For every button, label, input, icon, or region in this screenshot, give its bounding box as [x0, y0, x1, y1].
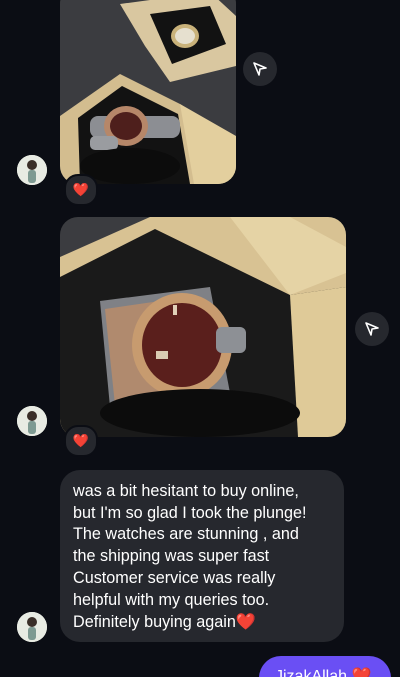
message-line-last: Definitely buying again❤️	[73, 611, 332, 634]
share-icon	[253, 62, 267, 76]
heart-reaction[interactable]: ❤️	[64, 425, 98, 457]
heart-emoji: ❤️	[351, 666, 372, 677]
person-avatar-icon	[17, 612, 47, 642]
watch-box-photo-1	[60, 0, 236, 184]
message-line: helpful with my queries too.	[73, 590, 270, 609]
message-line: the shipping was super fast	[73, 547, 270, 566]
person-avatar-icon	[17, 155, 47, 185]
incoming-text-message[interactable]: was a bit hesitant to buy online, but I'…	[60, 470, 344, 642]
heart-reaction[interactable]: ❤️	[64, 174, 98, 206]
share-button[interactable]	[243, 52, 277, 86]
outgoing-text: JizakAllah	[275, 668, 348, 677]
watch-photo-message-1[interactable]	[60, 0, 236, 184]
message-line: but I'm so glad I took the plunge!	[73, 503, 307, 522]
watch-box-photo-2	[60, 217, 346, 437]
message-text: Definitely buying again	[73, 613, 236, 632]
avatar[interactable]	[17, 612, 47, 642]
avatar[interactable]	[17, 406, 47, 436]
heart-icon: ❤️	[72, 182, 90, 198]
heart-emoji: ❤️	[235, 612, 257, 632]
outgoing-text-message[interactable]: JizakAllah ❤️	[259, 656, 391, 677]
avatar[interactable]	[17, 155, 47, 185]
person-avatar-icon	[17, 406, 47, 436]
message-line: Customer service was really	[73, 568, 276, 587]
share-button[interactable]	[355, 312, 389, 346]
watch-photo-message-2[interactable]	[60, 217, 346, 437]
share-icon	[365, 322, 379, 336]
chat-screen: ❤️ ❤️ was a bit hesitant to buy online, …	[0, 0, 400, 677]
heart-icon: ❤️	[72, 433, 90, 449]
message-line: The watches are stunning , and	[73, 525, 299, 544]
message-line: was a bit hesitant to buy online,	[73, 482, 299, 500]
